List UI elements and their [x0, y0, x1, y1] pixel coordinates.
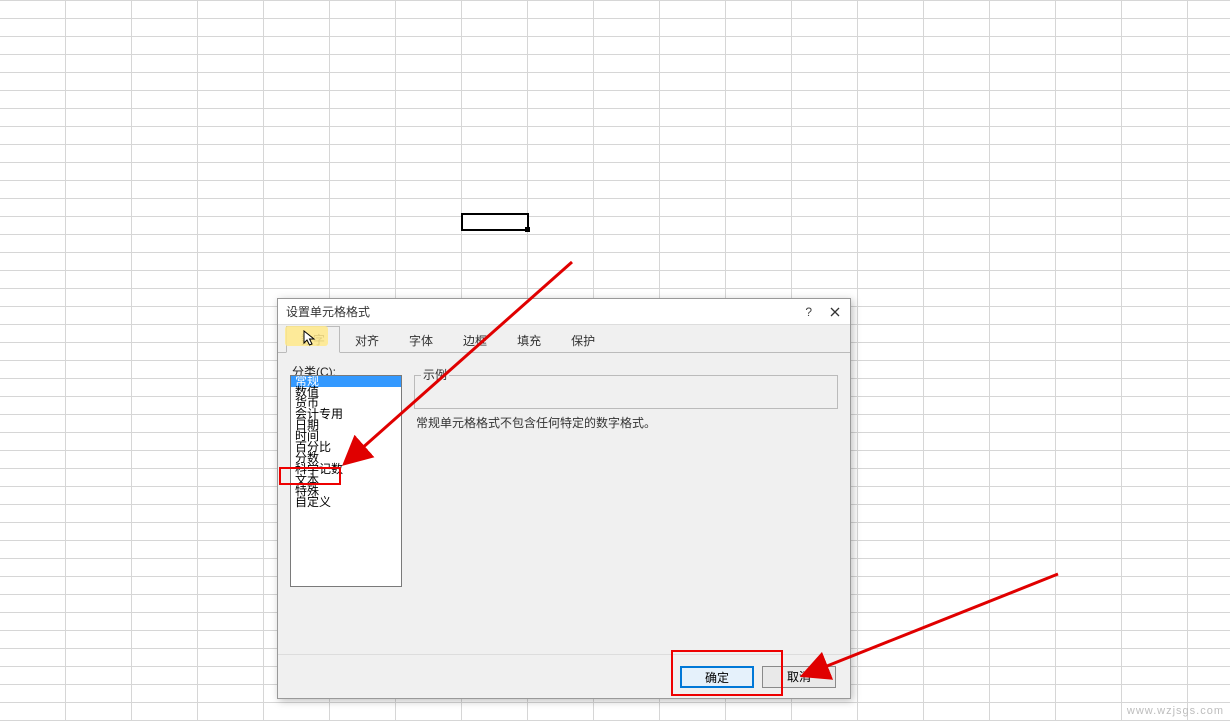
dialog-titlebar[interactable]: 设置单元格格式 ? — [278, 299, 850, 325]
tab-border[interactable]: 边框 — [448, 327, 502, 353]
help-button[interactable]: ? — [805, 305, 812, 319]
window-controls: ? — [805, 305, 844, 319]
tab-font[interactable]: 字体 — [394, 327, 448, 353]
dialog-buttons: 确定 取消 — [278, 654, 850, 698]
tab-number[interactable]: 数字 — [286, 326, 340, 353]
close-icon[interactable] — [830, 307, 840, 317]
tab-protection[interactable]: 保护 — [556, 327, 610, 353]
cancel-button[interactable]: 取消 — [762, 666, 836, 688]
category-listbox[interactable]: 常规 数值 货币 会计专用 日期 时间 百分比 分数 科学记数 文本 特殊 自定… — [290, 375, 402, 587]
dialog-tabs: 数字 对齐 字体 边框 填充 保护 — [278, 325, 850, 353]
dialog-title: 设置单元格格式 — [286, 303, 370, 320]
sample-label: 示例 — [421, 366, 449, 383]
format-cells-dialog: 设置单元格格式 ? 数字 对齐 字体 边框 填充 保护 分类(C): 常规 数值… — [277, 298, 851, 699]
dialog-body: 分类(C): 常规 数值 货币 会计专用 日期 时间 百分比 分数 科学记数 文… — [278, 353, 850, 654]
list-item[interactable]: 自定义 — [291, 497, 401, 508]
sample-groupbox: 示例 — [414, 375, 838, 409]
selected-cell[interactable] — [461, 213, 529, 231]
format-description: 常规单元格格式不包含任何特定的数字格式。 — [416, 415, 836, 431]
watermark: www.wzjsgs.com — [1127, 705, 1224, 717]
tab-fill[interactable]: 填充 — [502, 327, 556, 353]
ok-button[interactable]: 确定 — [680, 666, 754, 688]
tab-alignment[interactable]: 对齐 — [340, 327, 394, 353]
